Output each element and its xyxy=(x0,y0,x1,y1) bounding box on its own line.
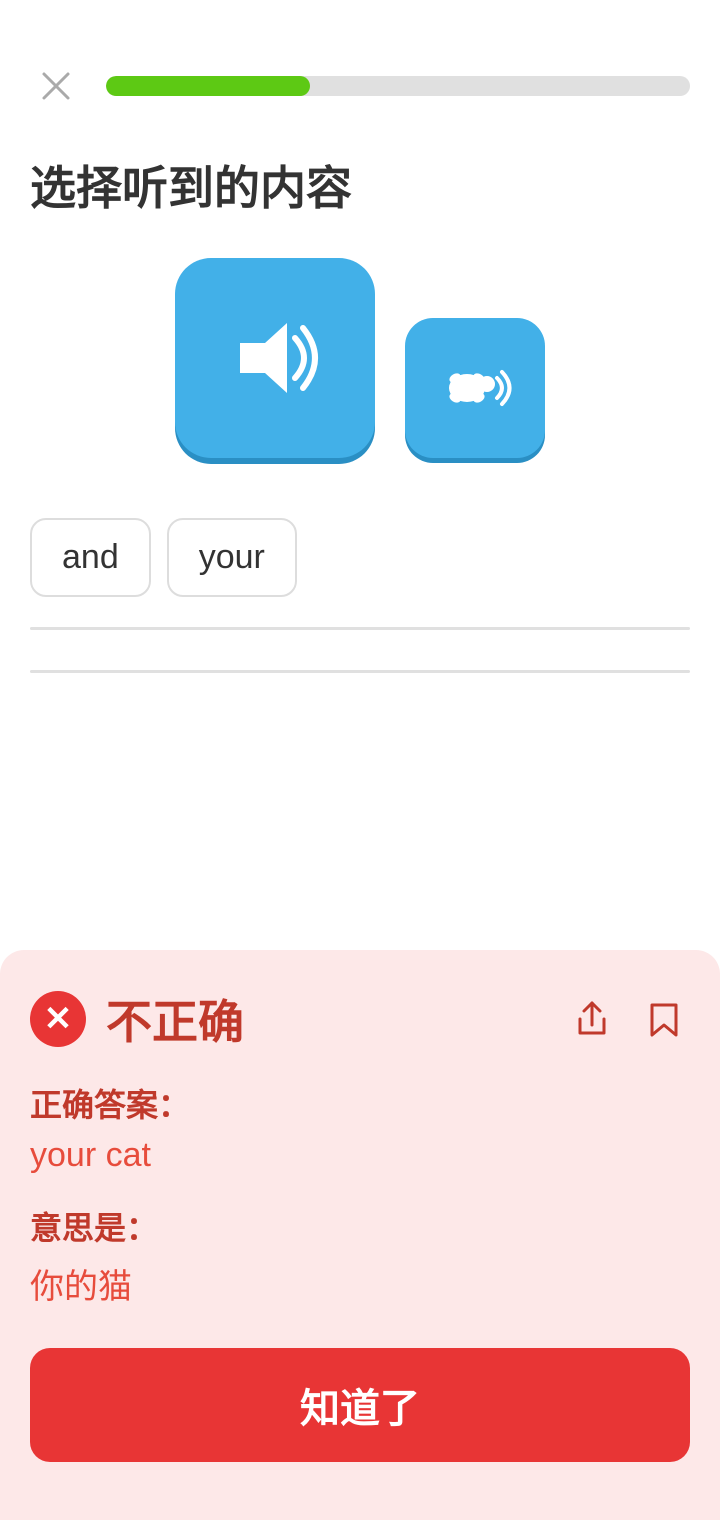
speaker-icon xyxy=(225,308,325,408)
feedback-actions xyxy=(566,993,690,1045)
close-button[interactable] xyxy=(30,60,82,112)
error-x-mark: ✕ xyxy=(44,1002,73,1036)
meaning-value: 你的猫 xyxy=(30,1259,690,1308)
turtle-speaker-icon xyxy=(437,350,513,426)
answer-lines xyxy=(0,607,720,733)
audio-buttons-area xyxy=(0,248,720,498)
word-chip-and[interactable]: and xyxy=(30,518,151,597)
feedback-title: 不正确 xyxy=(106,986,244,1052)
feedback-panel: ✕ 不正确 正确答案： your cat 意思是： 你的猫 xyxy=(0,950,720,1520)
share-icon xyxy=(570,997,614,1041)
slow-speed-audio-button[interactable] xyxy=(405,318,545,458)
meaning-label: 意思是： xyxy=(30,1203,690,1249)
word-chip-your[interactable]: your xyxy=(167,518,297,597)
answer-line-2 xyxy=(30,670,690,673)
header xyxy=(0,0,720,132)
bookmark-button[interactable] xyxy=(638,993,690,1045)
correct-answer-label: 正确答案： xyxy=(30,1080,690,1126)
bookmark-icon xyxy=(642,997,686,1041)
got-it-button[interactable]: 知道了 xyxy=(30,1348,690,1462)
progress-bar-fill xyxy=(106,76,310,96)
page-title: 选择听到的内容 xyxy=(0,132,720,248)
error-icon: ✕ xyxy=(30,991,86,1047)
progress-bar xyxy=(106,76,690,96)
feedback-title-row: ✕ 不正确 xyxy=(30,986,244,1052)
feedback-header: ✕ 不正确 xyxy=(30,986,690,1052)
answer-line-1 xyxy=(30,627,690,630)
normal-speed-audio-button[interactable] xyxy=(175,258,375,458)
close-icon xyxy=(38,68,74,104)
correct-answer-value: your cat xyxy=(30,1136,690,1175)
share-button[interactable] xyxy=(566,993,618,1045)
word-choices-area: and your xyxy=(0,498,720,607)
